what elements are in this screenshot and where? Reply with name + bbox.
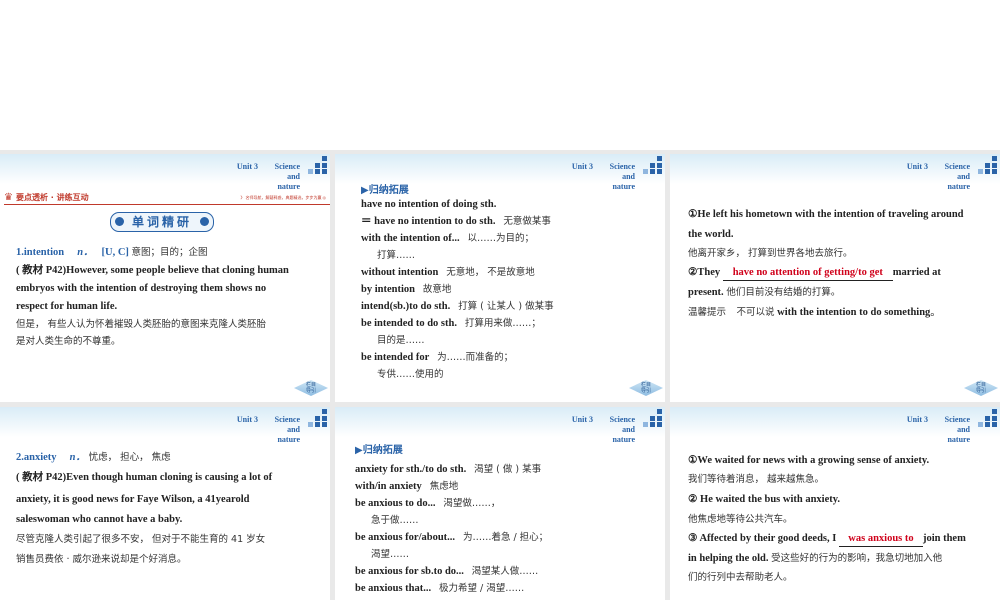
topic-label: Science and nature [274,162,300,191]
slide-header: Unit 3 Science and nature [0,154,330,191]
phrase-item: 急于做…… [371,515,419,526]
squares-logo-icon [643,156,663,174]
phrase-item: be intended for 为……而准备的； [361,352,514,363]
answer-text: have no attention of getting/to get [732,267,883,278]
example-text: the world. [688,229,734,240]
phrase-item: 专供……使用的 [377,369,444,380]
example-text: in helping the old. 受这些好的行为的影响，我急切地加入他 [688,553,943,564]
squares-logo-icon [978,156,998,174]
example-text: respect for human life. [16,301,118,312]
back-to-menu-button[interactable]: 栏目 导引 [294,380,328,396]
example-text: ①He left his hometown with the intention… [688,209,964,220]
translation-text: 尽管克隆人类引起了很多不安， 但对于不能生育的 41 岁女 [16,534,266,545]
answer-text: was anxious to [848,533,914,544]
example-text: ( 教材 P42)Even though human cloning is ca… [16,472,273,483]
phrase-item: be anxious that... 极力希望 / 渴望…… [355,583,525,594]
translation-text: 但是， 有些人认为怀着摧毁人类胚胎的意图来克隆人类胚胎 [16,319,267,330]
fill-blank-line: ③ Affected by their good deeds, I was an… [688,532,966,547]
example-text: embryos with the intention of destroying… [16,283,267,294]
example-text: ② He waited the bus with anxiety. [688,494,841,505]
slide-2[interactable]: Unit 3 Science and nature ▶归纳拓展 have no i… [335,154,665,402]
trophy-icon: ♛ [4,192,13,203]
example-text: ①We waited for news with a growing sense… [688,455,930,466]
slide-1[interactable]: Unit 3 Science and nature ♛ 要点透析 · 讲练互动 》… [0,154,330,402]
back-to-menu-button[interactable]: 栏目 导引 [964,380,998,396]
entry-line: 1.intention n． [U, C] 意图；目的；企图 [16,247,208,258]
squares-logo-icon [308,409,328,427]
phrase-item: by intention 故意地 [361,284,452,295]
phrase-item: without intention 无意地， 不是故意地 [361,267,535,278]
slide-5[interactable]: Unit 3 Science and nature ▶归纳拓展 anxiety f… [335,407,665,600]
phrase-item: with/in anxiety 焦虑地 [355,481,459,492]
translation-text: 他离开家乡， 打算到世界各地去旅行。 [688,248,853,259]
slide-header: Unit 3 Science and nature [0,407,330,444]
expansion-heading: ▶归纳拓展 [355,445,403,456]
example-text: saleswoman who cannot have a baby. [16,514,183,525]
translation-text: 们的行列中去帮助老人。 [688,572,793,583]
section-banner: ♛ 要点透析 · 讲练互动 》 名师导航，解疑释惑，典题精选，步步为赢 ◎ [4,192,330,205]
slide-header: Unit 3 Science and nature [670,154,1000,191]
squares-logo-icon [308,156,328,174]
slide-header: Unit 3 Science and nature [335,407,665,444]
phrase-item: have no intention of doing sth. [361,199,497,210]
phrase-item: 目的是…… [377,335,425,346]
fill-blank-line: ②They have no attention of getting/to ge… [688,266,941,281]
slide-header: Unit 3 Science and nature [335,154,665,191]
phrase-item: anxiety for sth./to do sth. 渴望 ( 做 ) 某事 [355,464,542,475]
example-text: anxiety, it is good news for Faye Wilson… [16,494,250,505]
tip-line: 温馨提示 不可以说 with the intention to do somet… [688,307,941,318]
slide-header: Unit 3 Science and nature [670,407,1000,444]
translation-text: 是对人类生命的不尊重。 [16,336,121,347]
translation-text: 我们等待着消息， 越来越焦急。 [688,474,825,485]
back-to-menu-button[interactable]: 栏目 导引 [629,380,663,396]
phrase-item: 渴望…… [371,549,410,560]
slide-3[interactable]: Unit 3 Science and nature ①He left his ho… [670,154,1000,402]
unit-label: Unit 3 [236,162,258,171]
entry-line: 2.anxiety n． 忧虑， 担心， 焦虑 [16,452,171,463]
translation-text: 他焦虑地等待公共汽车。 [688,514,793,525]
phrase-item: be anxious to do... 渴望做……， [355,498,501,509]
phrase-item: be anxious for/about... 为……着急 / 担心； [355,532,549,543]
phrase-item: with the intention of... 以……为目的； [361,233,534,244]
bullet-icon [200,217,209,226]
expansion-heading: ▶归纳拓展 [361,185,409,196]
phrase-item: be anxious for sb.to do... 渴望某人做…… [355,566,539,577]
phrase-item: intend(sb.)to do sth. 打算 ( 让某人 ) 做某事 [361,301,554,312]
phrase-item: ＝ have no intention to do sth. 无意做某事 [361,216,551,227]
slide-6[interactable]: Unit 3 Science and nature ①We waited for … [670,407,1000,600]
section-title: 单词精研 [110,212,214,232]
squares-logo-icon [643,409,663,427]
phrase-item: be intended to do sth. 打算用来做……； [361,318,541,329]
squares-logo-icon [978,409,998,427]
phrase-item: 打算…… [377,250,416,261]
translation-text: 销售员费依 · 威尔逊来说却是个好消息。 [16,554,187,565]
example-text: ( 教材 P42)However, some people believe th… [16,265,289,276]
example-text: present. 他们目前没有结婚的打算。 [688,287,841,298]
slide-4[interactable]: Unit 3 Science and nature 2.anxiety n． 忧虑… [0,407,330,600]
